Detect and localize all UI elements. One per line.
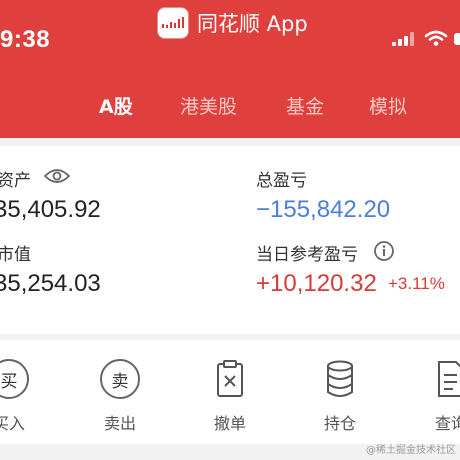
sell-button[interactable]: 卖 卖出: [90, 358, 150, 434]
tab-hk-us-stocks[interactable]: 港美股: [180, 92, 237, 119]
daily-pl-percent: +3.11%: [388, 274, 445, 293]
clipboard-cancel-icon: [217, 360, 243, 397]
holdings-label: 持仓: [323, 414, 356, 433]
holdings-button[interactable]: 持仓: [310, 358, 370, 434]
watermark: @稀土掘金技术社区: [366, 445, 456, 456]
total-assets-value: 35,405.92: [0, 196, 101, 223]
market-value-value: 35,254.03: [0, 270, 101, 297]
status-icons: [392, 30, 460, 46]
sell-icon: 卖: [100, 359, 140, 399]
total-pl-label: 总盈亏: [256, 171, 307, 191]
document-icon: [438, 361, 460, 397]
cellular-signal-icon: [392, 32, 414, 46]
app-banner: 同花顺 App: [158, 7, 308, 39]
app-header: 同花顺 App 9:38 A股 港美股 基金 模拟: [0, 0, 460, 138]
database-stack-icon: [327, 360, 353, 397]
sell-label: 卖出: [103, 414, 136, 433]
query-label: 查询: [434, 414, 460, 433]
buy-icon: 买: [0, 359, 29, 399]
market-tabs: A股 港美股 基金 模拟: [0, 88, 460, 128]
eye-icon[interactable]: [44, 168, 70, 184]
tab-funds[interactable]: 基金: [286, 92, 324, 119]
buy-button[interactable]: 买 买入: [0, 358, 39, 434]
battery-icon: [454, 33, 460, 45]
query-button[interactable]: 查询: [421, 358, 460, 434]
status-time: 9:38: [0, 26, 51, 53]
tab-simulation[interactable]: 模拟: [369, 92, 407, 119]
tonghuashun-logo-icon: [158, 8, 188, 38]
app-name: 同花顺 App: [197, 12, 308, 36]
cancel-order-label: 撤单: [213, 414, 246, 433]
cancel-order-button[interactable]: 撤单: [200, 358, 260, 434]
total-pl-value: −155,842.20: [256, 196, 391, 223]
info-icon[interactable]: [373, 240, 395, 262]
trade-actions-bar: 买 买入 卖 卖出 撤单 持仓 查询: [0, 340, 460, 444]
wifi-icon: [424, 30, 448, 46]
account-summary-card: 资产 35,405.92 总盈亏 −155,842.20 市值 35,254.0…: [0, 146, 460, 334]
market-value-label: 市值: [0, 245, 31, 265]
tab-a-shares[interactable]: A股: [99, 92, 133, 119]
daily-pl-value: +10,120.32: [256, 270, 377, 297]
total-assets-label: 资产: [0, 171, 31, 191]
daily-pl-label: 当日参考盈亏: [256, 245, 358, 265]
buy-label: 买入: [0, 414, 25, 433]
